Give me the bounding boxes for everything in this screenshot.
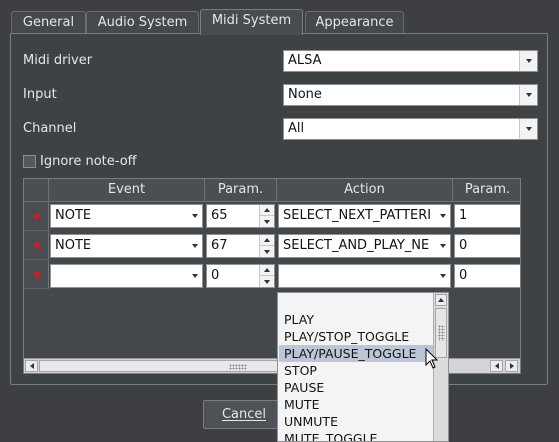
chevron-down-icon (187, 205, 202, 227)
table-row[interactable] (24, 260, 49, 289)
channel-value: All (288, 121, 305, 136)
header-action-param[interactable]: Param. (453, 179, 520, 202)
chevron-down-icon (187, 265, 202, 287)
spin-down-icon[interactable] (259, 216, 274, 227)
spin-down-icon[interactable] (259, 246, 274, 257)
header-param[interactable]: Param. (205, 179, 277, 202)
action-select[interactable]: SELECT_AND_PLAY_NE (278, 234, 451, 258)
scroll-left-icon[interactable] (490, 360, 503, 372)
header-corner (24, 179, 49, 202)
action-dropdown-list[interactable]: PLAY PLAY/STOP_TOGGLE PLAY/PAUSE_TOGGLE … (277, 292, 449, 442)
dropdown-item-mute-toggle[interactable]: MUTE_TOGGLE (279, 430, 433, 441)
chevron-down-icon (519, 85, 537, 105)
param-spinbox[interactable]: 65 (206, 204, 275, 228)
ignore-note-off-checkbox[interactable] (23, 155, 36, 168)
ignore-note-off-label: Ignore note-off (40, 154, 137, 169)
param-spinbox[interactable]: 0 (206, 264, 275, 288)
spin-up-icon[interactable] (259, 235, 274, 246)
spin-down-icon[interactable] (259, 276, 274, 287)
dropdown-item-play-stop-toggle[interactable]: PLAY/STOP_TOGGLE (279, 328, 433, 345)
action-param-spinbox[interactable]: 0 (454, 234, 520, 258)
channel-select[interactable]: All (283, 118, 538, 140)
midi-driver-label: Midi driver (23, 53, 93, 68)
chevron-down-icon (519, 119, 537, 139)
dropdown-item-play-pause-toggle[interactable]: PLAY/PAUSE_TOGGLE (279, 345, 433, 362)
scroll-right-icon[interactable] (505, 360, 518, 372)
cancel-button[interactable]: Cancel (203, 400, 285, 429)
mouse-cursor-icon (425, 348, 439, 369)
dropdown-item-unmute[interactable]: UNMUTE (279, 413, 433, 430)
input-value: None (288, 87, 322, 102)
spin-up-icon[interactable] (259, 205, 274, 216)
row-indicator-icon (34, 213, 40, 219)
chevron-down-icon (435, 205, 450, 227)
tab-appearance[interactable]: Appearance (305, 11, 404, 34)
channel-label: Channel (23, 121, 77, 136)
table-row[interactable] (24, 231, 49, 260)
input-select[interactable]: None (283, 84, 538, 106)
midi-driver-select[interactable]: ALSA (283, 50, 538, 72)
action-select-open[interactable] (278, 264, 451, 288)
dropdown-item-pause[interactable]: PAUSE (279, 379, 433, 396)
scroll-left-icon[interactable] (25, 360, 38, 372)
tab-general[interactable]: General (11, 11, 86, 34)
action-param-spinbox[interactable]: 0 (454, 264, 520, 288)
event-select[interactable]: NOTE (50, 234, 203, 258)
header-event[interactable]: Event (49, 179, 205, 202)
tab-midi-system[interactable]: Midi System (200, 9, 303, 35)
chevron-down-icon (519, 51, 537, 71)
event-select[interactable]: NOTE (50, 204, 203, 228)
event-select[interactable] (50, 264, 203, 288)
header-action[interactable]: Action (277, 179, 453, 202)
action-select[interactable]: SELECT_NEXT_PATTERI (278, 204, 451, 228)
row-indicator-icon (34, 271, 40, 277)
table-row[interactable] (24, 202, 49, 231)
chevron-down-icon (435, 235, 450, 257)
input-label: Input (23, 87, 57, 102)
row-indicator-icon (34, 242, 40, 248)
dropdown-item-stop[interactable]: STOP (279, 362, 433, 379)
midi-driver-value: ALSA (288, 53, 322, 68)
scroll-up-icon[interactable] (435, 294, 447, 306)
dropdown-item-play[interactable]: PLAY (279, 311, 433, 328)
dropdown-item-mute[interactable]: MUTE (279, 396, 433, 413)
spin-up-icon[interactable] (259, 265, 274, 276)
action-param-spinbox[interactable]: 1 (454, 204, 520, 228)
chevron-down-icon (435, 265, 450, 287)
chevron-down-icon (187, 235, 202, 257)
param-spinbox[interactable]: 67 (206, 234, 275, 258)
tab-audio-system[interactable]: Audio System (86, 11, 199, 34)
